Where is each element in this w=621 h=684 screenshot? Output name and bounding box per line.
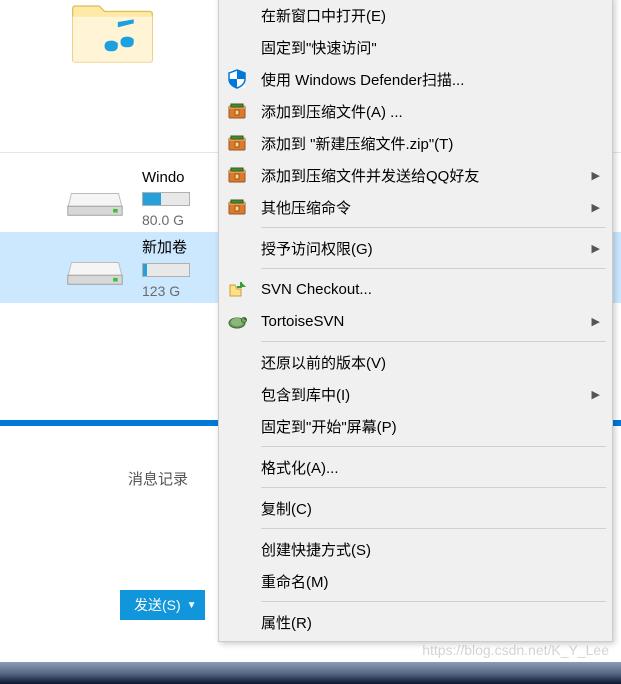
menu-item[interactable]: 在新窗口中打开(E) <box>221 0 610 31</box>
menu-item-label: 包含到库中(I) <box>261 384 350 405</box>
drive-label: 新加卷 <box>142 236 190 257</box>
menu-separator <box>261 528 606 529</box>
menu-item-label: 使用 Windows Defender扫描... <box>261 69 464 90</box>
menu-item[interactable]: 其他压缩命令 ▶ <box>221 191 610 223</box>
watermark: https://blog.csdn.net/K_Y_Lee <box>422 642 609 658</box>
archive-icon <box>225 195 249 219</box>
menu-item[interactable]: 重命名(M) <box>221 565 610 597</box>
menu-item[interactable]: 固定到"开始"屏幕(P) <box>221 410 610 442</box>
submenu-arrow-icon: ▶ <box>592 315 600 328</box>
checkbox-icon[interactable] <box>20 260 36 276</box>
menu-item-label: 添加到压缩文件并发送给QQ好友 <box>261 165 479 186</box>
none-icon <box>225 537 249 561</box>
menu-item-label: 重命名(M) <box>261 571 329 592</box>
archive-icon <box>225 131 249 155</box>
menu-item[interactable]: 添加到压缩文件(A) ... <box>221 95 610 127</box>
menu-item-label: SVN Checkout... <box>261 281 372 298</box>
music-folder-icon <box>70 0 155 65</box>
none-icon <box>225 610 249 634</box>
drive-usage-bar <box>142 192 190 206</box>
none-icon <box>225 350 249 374</box>
menu-item-label: TortoiseSVN <box>261 313 344 330</box>
none-icon <box>225 3 249 27</box>
menu-separator <box>261 487 606 488</box>
menu-item[interactable]: 授予访问权限(G) ▶ <box>221 232 610 264</box>
menu-item-label: 授予访问权限(G) <box>261 238 373 259</box>
menu-item[interactable]: 还原以前的版本(V) <box>221 346 610 378</box>
send-button-label: 发送(S) <box>134 595 181 615</box>
menu-item[interactable]: SVN Checkout... <box>221 273 610 305</box>
menu-item[interactable]: TortoiseSVN ▶ <box>221 305 610 337</box>
drive-usage-bar <box>142 263 190 277</box>
menu-item[interactable]: 添加到 "新建压缩文件.zip"(T) <box>221 127 610 159</box>
submenu-arrow-icon: ▶ <box>592 242 600 255</box>
none-icon <box>225 569 249 593</box>
defender-icon <box>225 67 249 91</box>
menu-separator <box>261 227 606 228</box>
drive-icon <box>66 248 124 288</box>
menu-item-label: 固定到"开始"屏幕(P) <box>261 416 397 437</box>
menu-item[interactable]: 格式化(A)... <box>221 451 610 483</box>
menu-item[interactable]: 使用 Windows Defender扫描... <box>221 63 610 95</box>
menu-item-label: 创建快捷方式(S) <box>261 539 371 560</box>
menu-item-label: 复制(C) <box>261 498 312 519</box>
checkbox-icon[interactable] <box>20 191 36 207</box>
none-icon <box>225 496 249 520</box>
menu-item[interactable]: 复制(C) <box>221 492 610 524</box>
dropdown-caret-icon: ▼ <box>187 600 197 611</box>
menu-item-label: 属性(R) <box>261 612 312 633</box>
none-icon <box>225 455 249 479</box>
drive-size: 80.0 G <box>142 212 190 228</box>
context-menu: 在新窗口中打开(E) 固定到"快速访问" 使用 Windows Defender扫描… <box>218 0 613 642</box>
svn-checkout-icon <box>225 277 249 301</box>
menu-item[interactable]: 创建快捷方式(S) <box>221 533 610 565</box>
menu-item[interactable]: 添加到压缩文件并发送给QQ好友 ▶ <box>221 159 610 191</box>
archive-icon <box>225 99 249 123</box>
menu-item[interactable]: 属性(R) <box>221 606 610 638</box>
submenu-arrow-icon: ▶ <box>592 201 600 214</box>
menu-item-label: 添加到 "新建压缩文件.zip"(T) <box>261 133 453 154</box>
drive-label: Windo <box>142 169 190 186</box>
menu-item-label: 在新窗口中打开(E) <box>261 5 386 26</box>
menu-item-label: 固定到"快速访问" <box>261 37 377 58</box>
menu-item-label: 还原以前的版本(V) <box>261 352 386 373</box>
archive-icon <box>225 163 249 187</box>
none-icon <box>225 236 249 260</box>
taskbar-strip <box>0 662 621 684</box>
submenu-arrow-icon: ▶ <box>592 388 600 401</box>
menu-separator <box>261 601 606 602</box>
none-icon <box>225 414 249 438</box>
none-icon <box>225 35 249 59</box>
history-label[interactable]: 消息记录 <box>128 468 188 489</box>
drive-size: 123 G <box>142 283 190 299</box>
menu-item-label: 添加到压缩文件(A) ... <box>261 101 403 122</box>
menu-item-label: 其他压缩命令 <box>261 197 351 218</box>
menu-separator <box>261 268 606 269</box>
menu-separator <box>261 341 606 342</box>
submenu-arrow-icon: ▶ <box>592 169 600 182</box>
send-button[interactable]: 发送(S) ▼ <box>120 590 205 620</box>
drive-icon <box>66 179 124 219</box>
menu-item-label: 格式化(A)... <box>261 457 339 478</box>
menu-item[interactable]: 固定到"快速访问" <box>221 31 610 63</box>
tortoise-icon <box>225 309 249 333</box>
none-icon <box>225 382 249 406</box>
menu-separator <box>261 446 606 447</box>
menu-item[interactable]: 包含到库中(I) ▶ <box>221 378 610 410</box>
